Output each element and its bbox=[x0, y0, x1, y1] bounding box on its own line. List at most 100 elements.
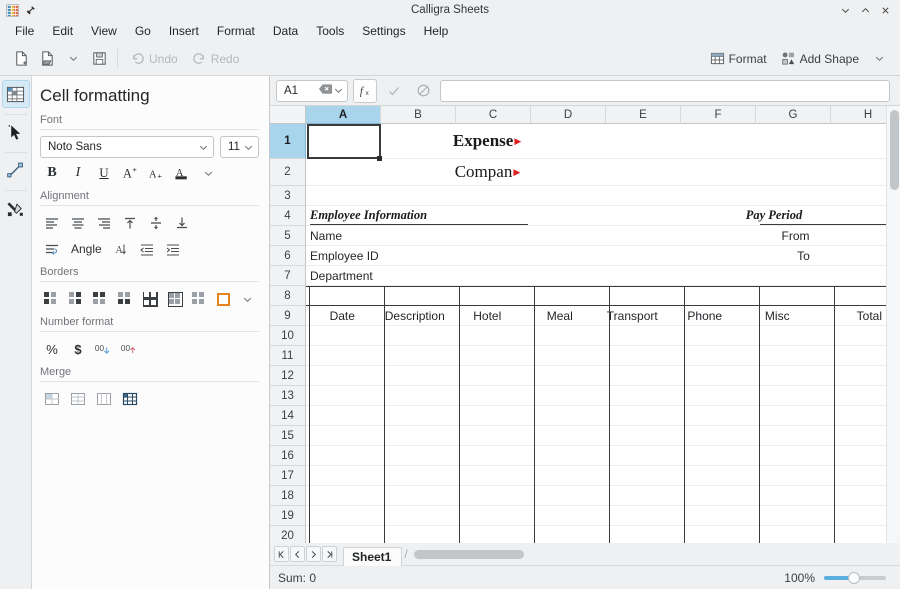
cell-C9[interactable]: Hotel bbox=[451, 306, 524, 325]
row-header-1[interactable]: 1 bbox=[270, 124, 306, 159]
cell-H5[interactable] bbox=[814, 226, 887, 245]
go-last-sheet-button[interactable] bbox=[322, 546, 337, 562]
vertical-scrollbar[interactable] bbox=[886, 106, 900, 543]
cell-G5[interactable]: From bbox=[741, 226, 814, 245]
cells-canvas[interactable]: Expense▶ bbox=[306, 124, 886, 543]
horizontal-scrollbar[interactable] bbox=[414, 547, 890, 561]
row-header-11[interactable]: 11 bbox=[270, 346, 306, 366]
cell-A5[interactable]: Name bbox=[306, 226, 379, 245]
increase-indent-button[interactable] bbox=[161, 238, 185, 260]
go-next-sheet-button[interactable] bbox=[306, 546, 321, 562]
cell-F6[interactable] bbox=[670, 246, 742, 265]
cell-G1[interactable] bbox=[742, 124, 814, 158]
cell-D1[interactable] bbox=[525, 124, 597, 158]
row-header-3[interactable]: 3 bbox=[270, 186, 306, 206]
align-right-button[interactable] bbox=[92, 212, 116, 234]
cell-H1[interactable] bbox=[814, 124, 886, 158]
cell-D3[interactable] bbox=[524, 186, 597, 205]
cell-A8[interactable] bbox=[306, 286, 379, 305]
border-color-button[interactable] bbox=[213, 288, 234, 310]
cell-A1[interactable] bbox=[306, 124, 378, 158]
maximize-button[interactable] bbox=[856, 1, 874, 19]
column-header-g[interactable]: G bbox=[756, 106, 831, 124]
currency-format-button[interactable]: $ bbox=[66, 338, 90, 360]
add-shape-button[interactable]: Add Shape bbox=[774, 46, 866, 72]
cell-H6[interactable] bbox=[814, 246, 886, 265]
align-top-button[interactable] bbox=[118, 212, 142, 234]
cell-H3[interactable] bbox=[814, 186, 887, 205]
column-header-d[interactable]: D bbox=[531, 106, 606, 124]
row-header-13[interactable]: 13 bbox=[270, 386, 306, 406]
cell-reference-box[interactable]: A1 bbox=[276, 80, 348, 102]
cell-B9[interactable]: Description bbox=[379, 306, 452, 325]
border-all-button[interactable] bbox=[139, 288, 162, 310]
open-document-dropdown[interactable] bbox=[60, 46, 86, 72]
row-header-12[interactable]: 12 bbox=[270, 366, 306, 386]
text-color-button[interactable]: A bbox=[170, 162, 194, 184]
cell-H2[interactable] bbox=[814, 159, 886, 185]
cell-H9[interactable]: Total bbox=[814, 306, 887, 325]
cell-A4[interactable]: Employee Information bbox=[306, 206, 381, 225]
cell-G2[interactable] bbox=[741, 159, 813, 185]
increase-font-size-button[interactable]: A+ bbox=[118, 162, 142, 184]
cell-F9[interactable]: Phone bbox=[669, 306, 742, 325]
vertical-text-button[interactable]: A bbox=[109, 238, 133, 260]
align-middle-button[interactable] bbox=[144, 212, 168, 234]
decrease-indent-button[interactable] bbox=[135, 238, 159, 260]
align-center-button[interactable] bbox=[66, 212, 90, 234]
remove-decimal-button[interactable]: 00 bbox=[118, 338, 142, 360]
merge-vertical-button[interactable] bbox=[92, 388, 116, 410]
row-header-14[interactable]: 14 bbox=[270, 406, 306, 426]
select-all-corner[interactable] bbox=[270, 106, 306, 124]
decrease-font-size-button[interactable]: A+ bbox=[144, 162, 168, 184]
border-left-button[interactable] bbox=[40, 288, 63, 310]
merge-horizontal-button[interactable] bbox=[66, 388, 90, 410]
add-decimal-button[interactable]: 00 bbox=[92, 338, 116, 360]
cell-B4[interactable] bbox=[381, 206, 453, 225]
cell-H7[interactable] bbox=[814, 266, 887, 285]
unmerge-cells-button[interactable] bbox=[118, 388, 142, 410]
cell-E1[interactable] bbox=[597, 124, 669, 158]
cell-D6[interactable] bbox=[525, 246, 597, 265]
formula-input[interactable] bbox=[440, 80, 890, 102]
cell-G4[interactable]: Pay Period bbox=[742, 206, 814, 225]
cell-F5[interactable] bbox=[669, 226, 742, 245]
cell-A9[interactable]: Date bbox=[306, 306, 379, 325]
cell-E8[interactable] bbox=[596, 286, 669, 305]
pin-icon[interactable] bbox=[25, 5, 36, 16]
border-right-button[interactable] bbox=[65, 288, 88, 310]
menu-tools[interactable]: Tools bbox=[307, 21, 353, 41]
column-header-h[interactable]: H bbox=[831, 106, 886, 124]
cell-F4[interactable] bbox=[670, 206, 742, 225]
menu-format[interactable]: Format bbox=[208, 21, 264, 41]
menu-go[interactable]: Go bbox=[126, 21, 160, 41]
menu-file[interactable]: File bbox=[6, 21, 43, 41]
cell-C3[interactable] bbox=[451, 186, 524, 205]
cell-G9[interactable]: Misc bbox=[741, 306, 814, 325]
cell-F3[interactable] bbox=[669, 186, 742, 205]
cell-B8[interactable] bbox=[379, 286, 452, 305]
cell-A2[interactable] bbox=[306, 159, 378, 185]
cell-G7[interactable] bbox=[741, 266, 814, 285]
row-header-8[interactable]: 8 bbox=[270, 286, 306, 306]
menu-edit[interactable]: Edit bbox=[43, 21, 82, 41]
cancel-formula-button[interactable] bbox=[411, 79, 435, 103]
cell-G8[interactable] bbox=[741, 286, 814, 305]
connector-tool[interactable] bbox=[2, 156, 30, 184]
column-header-e[interactable]: E bbox=[606, 106, 681, 124]
cell-F2[interactable] bbox=[669, 159, 741, 185]
cell-F7[interactable] bbox=[669, 266, 742, 285]
border-none-button[interactable] bbox=[189, 288, 212, 310]
cell-D4[interactable] bbox=[525, 206, 597, 225]
menu-data[interactable]: Data bbox=[264, 21, 307, 41]
cell-B1[interactable] bbox=[378, 124, 450, 158]
format-button[interactable]: Format bbox=[703, 46, 774, 72]
select-tool[interactable] bbox=[2, 118, 30, 146]
spreadsheet-tool[interactable] bbox=[2, 80, 30, 108]
add-shape-dropdown[interactable] bbox=[866, 46, 892, 72]
cell-B3[interactable] bbox=[379, 186, 452, 205]
cell-D5[interactable] bbox=[524, 226, 597, 245]
cell-B6[interactable] bbox=[381, 246, 453, 265]
clear-icon[interactable] bbox=[318, 83, 333, 98]
new-document-button[interactable] bbox=[8, 46, 34, 72]
